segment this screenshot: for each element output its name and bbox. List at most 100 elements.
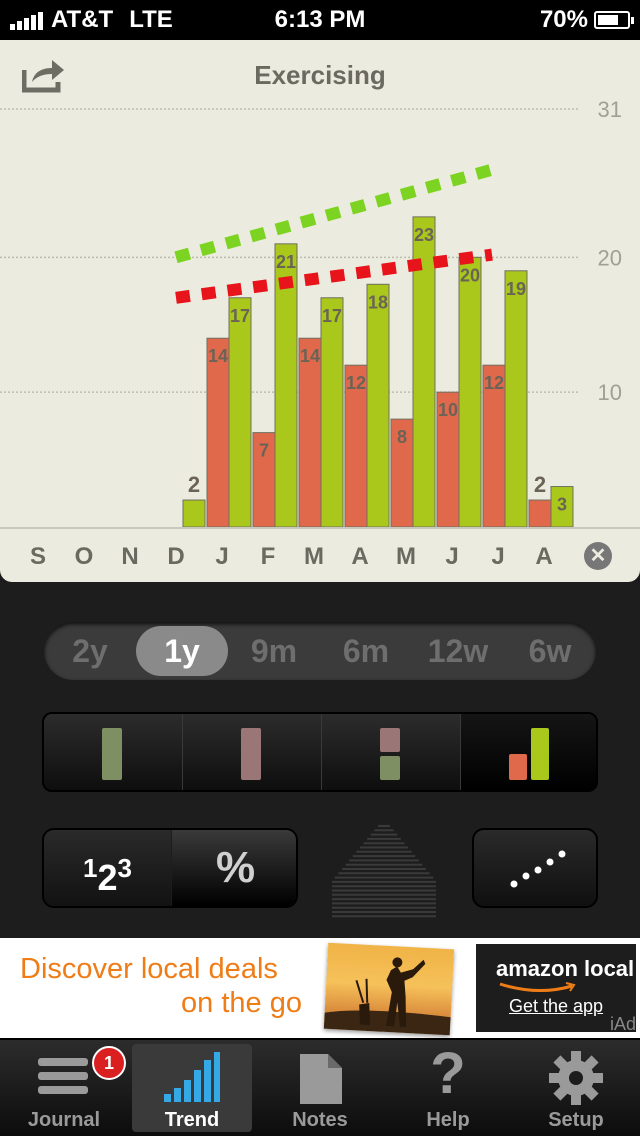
bar-value-label: 7	[259, 441, 269, 461]
stacked-top-icon	[380, 728, 400, 752]
bar-value-label: 18	[368, 292, 388, 312]
tab-setup-label: Setup	[548, 1109, 604, 1131]
ad-brand-name: amazon local	[496, 956, 635, 981]
tab-trend[interactable]: Trend	[132, 1044, 252, 1132]
bar-green	[228, 297, 252, 528]
tab-journal[interactable]: 1 Journal	[4, 1040, 126, 1136]
stacked-bottom-icon	[380, 756, 400, 780]
chart-title: Exercising	[254, 60, 386, 90]
value-format-toggle: 123 %	[42, 828, 298, 908]
ad-headline-line2: on the go	[181, 987, 302, 1019]
help-icon: ?	[430, 1041, 466, 1106]
battery-percent: 70%	[539, 6, 588, 33]
battery-fill	[598, 15, 618, 25]
ad-headline-line1: Discover local deals	[20, 953, 278, 985]
bar-green	[182, 499, 206, 528]
bar-value-label: 10	[438, 400, 458, 420]
chart-panel: 31 20 10 2 14 17 7 21 14 17 12 18 8 23 10 20 12 19 2 3 Exer…	[0, 40, 640, 582]
view-stacked-button[interactable]	[322, 714, 461, 790]
month-label: J	[215, 543, 229, 570]
tab-setup[interactable]: Setup	[516, 1040, 636, 1136]
month-label: F	[260, 543, 276, 570]
bar-red	[528, 499, 552, 528]
range-option-2y[interactable]: 2y	[44, 622, 136, 680]
bar-value-label: 14	[300, 346, 320, 366]
tab-help-label: Help	[426, 1109, 470, 1131]
bar-value-label: 2	[534, 472, 546, 497]
bar-value-label: 2	[188, 472, 200, 497]
y-tick-label: 31	[598, 97, 622, 122]
range-selector: 2y 1y 9m 6m 12w 6w	[44, 622, 596, 680]
bar-value-label: 14	[208, 346, 228, 366]
iad-label: iAd	[609, 1014, 636, 1034]
tab-notes-label: Notes	[292, 1109, 348, 1131]
month-axis: ✕ SONDJFMAMJJA	[0, 527, 640, 584]
percent-mode-button[interactable]: %	[172, 830, 296, 906]
bar-value-label: 20	[460, 265, 480, 285]
range-option-1y[interactable]: 1y	[136, 626, 228, 676]
bar-green	[366, 283, 390, 528]
count-mode-button[interactable]: 123	[44, 830, 171, 906]
month-label: J	[445, 543, 459, 570]
month-label: A	[351, 543, 369, 570]
ad-golfer-image	[323, 942, 455, 1036]
bar-value-label: 3	[557, 495, 567, 515]
ad-banner[interactable]: Discover local deals on the go amazon lo…	[0, 938, 640, 1038]
y-tick-label: 20	[598, 245, 622, 270]
ad-headline: Discover local deals on the go	[20, 952, 302, 1020]
trend-icon	[164, 1052, 220, 1102]
month-label: A	[535, 543, 553, 570]
status-bar: AT&T LTE 6:13 PM 70%	[0, 0, 640, 40]
view-green-button[interactable]	[44, 714, 183, 790]
count-digit-1: 1	[83, 853, 98, 883]
view-side-by-side-button[interactable]	[461, 714, 596, 790]
controls-area: 2y 1y 9m 6m 12w 6w 123 %	[0, 582, 640, 938]
side-red-icon	[509, 754, 527, 780]
golfer-silhouette	[323, 957, 451, 1036]
count-digit-2: 2	[97, 857, 118, 898]
month-label: O	[74, 543, 94, 570]
range-option-9m[interactable]: 9m	[228, 622, 320, 680]
tab-help[interactable]: ? Help	[388, 1040, 508, 1136]
bar-green	[458, 256, 482, 528]
bar-green	[504, 270, 528, 528]
notes-icon	[300, 1054, 342, 1104]
bar-value-label: 17	[230, 306, 250, 326]
bar-value-label: 23	[414, 225, 434, 245]
range-option-6m[interactable]: 6m	[320, 622, 412, 680]
speaker-grille-icon	[332, 825, 436, 918]
bar-chart: 31201021417721141712188231020121923	[0, 97, 622, 528]
bar-red	[298, 337, 322, 528]
side-green-icon	[531, 728, 549, 780]
month-label: N	[121, 543, 139, 570]
trendline-red	[175, 248, 493, 304]
red-bar-icon	[241, 728, 261, 780]
month-label: D	[167, 543, 185, 570]
tab-journal-label: Journal	[27, 1109, 101, 1131]
bar-value-label: 12	[346, 373, 366, 393]
trendline-toggle-button[interactable]	[472, 828, 598, 908]
amazon-smile-icon	[499, 982, 576, 993]
month-label: S	[29, 543, 46, 570]
month-label: M	[304, 543, 324, 570]
y-tick-label: 10	[598, 380, 622, 405]
bar-red	[206, 337, 230, 528]
bar-value-label: 8	[397, 427, 407, 447]
view-red-button[interactable]	[183, 714, 322, 790]
tab-bar: 1 Journal Trend Notes ? Help Setup	[0, 1038, 640, 1136]
journal-icon	[38, 1058, 88, 1094]
close-chart-button[interactable]: ✕	[584, 542, 612, 570]
tab-notes[interactable]: Notes	[260, 1040, 380, 1136]
ad-cta[interactable]: Get the app	[509, 996, 603, 1017]
trendline-icon	[510, 850, 566, 888]
trendline-green	[174, 163, 494, 264]
bar-green	[320, 297, 344, 528]
status-right: 70%	[539, 6, 634, 34]
month-label: J	[491, 543, 505, 570]
range-option-12w[interactable]: 12w	[412, 622, 504, 680]
green-bar-icon	[102, 728, 122, 780]
gear-icon	[549, 1051, 603, 1105]
range-option-6w[interactable]: 6w	[504, 622, 596, 680]
bar-value-label: 21	[276, 252, 296, 272]
battery-icon	[594, 11, 634, 29]
